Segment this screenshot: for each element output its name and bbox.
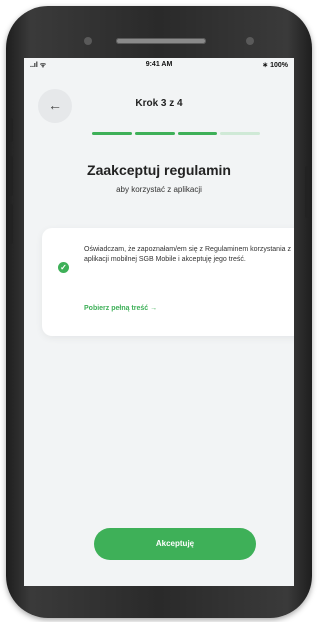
speaker-grille <box>116 38 206 44</box>
step-title: Krok 3 z 4 <box>135 98 183 109</box>
sensor-dot <box>84 37 92 45</box>
mute-switch <box>9 118 13 142</box>
volume-down-button <box>9 204 13 244</box>
progress-segment-3 <box>177 132 218 135</box>
download-full-text-link[interactable]: Pobierz pełną treść → <box>84 305 157 312</box>
progress-segment-2 <box>134 132 175 135</box>
battery-icon: ∗ 100% <box>262 62 288 69</box>
check-icon: ✓ <box>60 263 67 272</box>
app-screen: ..ıl ᯤ 9:41 AM ∗ 100% ← Krok 3 z 4 Zaakc… <box>24 58 294 586</box>
accept-button[interactable]: Akceptuję <box>94 528 256 560</box>
camera-dot <box>246 37 254 45</box>
progress-segment-4 <box>220 132 260 135</box>
power-button <box>305 166 309 218</box>
consent-text: Oświadczam, że zapoznałam/em się z Regul… <box>84 246 291 263</box>
page-title: Zaakceptuj regulamin <box>87 162 231 178</box>
volume-up-button <box>9 156 13 196</box>
progress-segment-1 <box>92 132 132 135</box>
page-subtitle: aby korzystać z aplikacji <box>116 185 202 194</box>
status-time: 9:41 AM <box>145 61 173 68</box>
step-progress <box>92 132 260 135</box>
phone-frame: ..ıl ᯤ 9:41 AM ∗ 100% ← Krok 3 z 4 Zaakc… <box>6 6 312 618</box>
consent-card: ✓ Oświadczam, że zapoznałam/em się z Reg… <box>42 228 294 336</box>
status-bar: ..ıl ᯤ 9:41 AM ∗ 100% <box>24 58 294 72</box>
consent-checkbox[interactable]: ✓ <box>58 262 69 273</box>
